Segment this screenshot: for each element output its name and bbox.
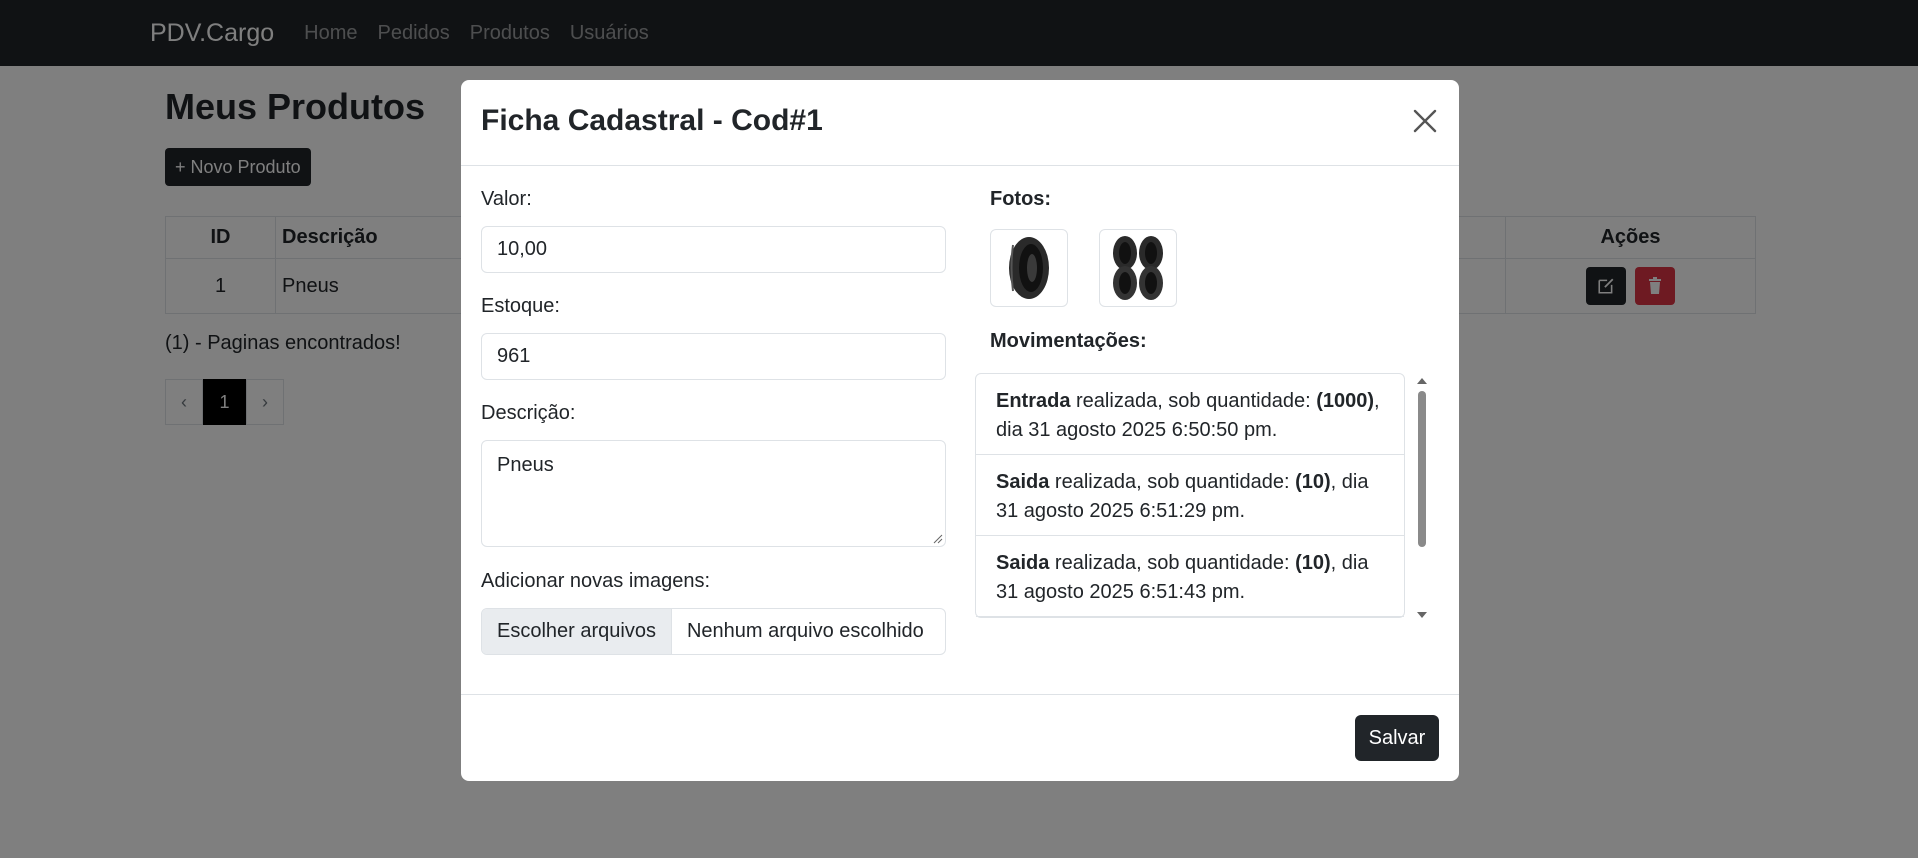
modal-body: Valor: 10,00 Estoque: 961 Descrição: Pne… xyxy=(461,166,1459,694)
mov-tipo: Entrada xyxy=(996,390,1071,412)
photo-thumbnail-1[interactable] xyxy=(990,229,1068,307)
list-item: Saida realizada, sob quantidade: (10), d… xyxy=(976,455,1404,536)
mov-qtd: (1000) xyxy=(1316,390,1375,412)
estoque-label: Estoque: xyxy=(481,295,560,317)
mov-tipo: Saida xyxy=(996,471,1050,493)
imagens-label: Adicionar novas imagens: xyxy=(481,570,711,592)
list-item: Entrada realizada, sob quantidade: (1000… xyxy=(976,374,1404,455)
movimentacoes-label: Movimentações: xyxy=(990,330,1147,352)
close-icon xyxy=(1413,109,1437,132)
scrollbar-thumb[interactable] xyxy=(1418,391,1426,547)
descricao-textarea[interactable]: Pneus xyxy=(481,440,946,547)
modal-footer: Salvar xyxy=(461,694,1459,781)
file-status: Nenhum arquivo escolhido xyxy=(686,620,924,642)
choose-files-button[interactable]: Escolher arquivos xyxy=(482,609,672,654)
mov-texto: realizada, sob quantidade: xyxy=(1049,471,1296,493)
mov-qtd: (10) xyxy=(1295,552,1331,574)
movimentacoes-list: Entrada realizada, sob quantidade: (1000… xyxy=(975,373,1405,618)
file-input[interactable]: Escolher arquivos Nenhum arquivo escolhi… xyxy=(481,608,946,655)
mov-qtd: (10) xyxy=(1295,471,1331,493)
movimentacoes-scroll-area[interactable]: Entrada realizada, sob quantidade: (1000… xyxy=(975,373,1405,623)
scroll-up-icon[interactable] xyxy=(1415,375,1429,387)
valor-label: Valor: xyxy=(481,188,532,210)
mov-texto: realizada, sob quantidade: xyxy=(1070,390,1317,412)
scroll-down-icon[interactable] xyxy=(1415,609,1429,621)
save-button[interactable]: Salvar xyxy=(1355,715,1439,761)
mov-texto: realizada, sob quantidade: xyxy=(1049,552,1296,574)
fotos-label: Fotos: xyxy=(990,188,1052,210)
estoque-value: 961 xyxy=(497,345,531,367)
movimentacoes-scrollbar[interactable] xyxy=(1415,373,1429,623)
resize-grip-icon[interactable] xyxy=(933,534,943,544)
modal-title: Ficha Cadastral - Cod#1 xyxy=(481,104,823,137)
valor-value: 10,00 xyxy=(497,238,548,260)
tire-icon xyxy=(1009,237,1049,299)
close-button[interactable] xyxy=(1409,106,1441,138)
estoque-input[interactable]: 961 xyxy=(481,333,946,380)
valor-input[interactable]: 10,00 xyxy=(481,226,946,273)
tire-icon xyxy=(1113,236,1163,300)
product-modal: Ficha Cadastral - Cod#1 Valor: 10,00 Est… xyxy=(461,80,1459,781)
photo-thumbnail-2[interactable] xyxy=(1099,229,1177,307)
modal-header: Ficha Cadastral - Cod#1 xyxy=(461,80,1459,166)
descricao-value: Pneus xyxy=(497,454,554,476)
descricao-label: Descrição: xyxy=(481,402,576,424)
list-item: Saida realizada, sob quantidade: (10), d… xyxy=(976,536,1404,617)
mov-tipo: Saida xyxy=(996,552,1050,574)
